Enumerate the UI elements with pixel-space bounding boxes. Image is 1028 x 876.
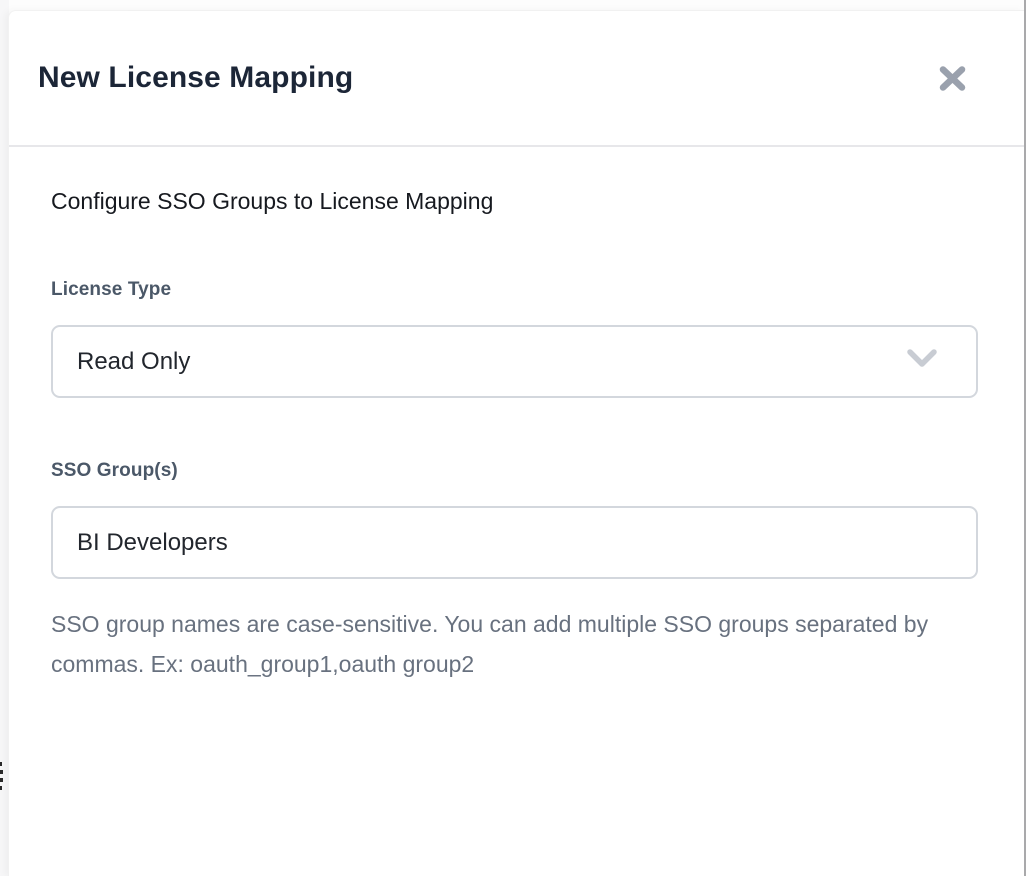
modal-header: New License Mapping — [9, 11, 1024, 147]
background-text-fragment — [0, 770, 3, 774]
modal-title: New License Mapping — [38, 61, 353, 95]
license-type-field-group: License Type Read Only — [51, 279, 976, 398]
license-type-select[interactable]: Read Only — [51, 325, 978, 398]
modal-intro-text: Configure SSO Groups to License Mapping — [51, 186, 976, 216]
screen: New License Mapping Configure SSO Groups… — [0, 0, 1028, 876]
background-text-fragment — [0, 786, 2, 790]
sso-groups-field-group: SSO Group(s) SSO group names are case-se… — [51, 460, 976, 684]
modal-body: Configure SSO Groups to License Mapping … — [9, 147, 1024, 684]
sso-groups-input[interactable] — [51, 506, 978, 579]
license-type-selected-value: Read Only — [77, 348, 190, 376]
sso-groups-label: SSO Group(s) — [51, 460, 976, 482]
close-button[interactable] — [932, 58, 972, 98]
sso-groups-help-text: SSO group names are case-sensitive. You … — [51, 604, 931, 684]
background-text-fragment — [0, 778, 3, 782]
close-icon — [939, 66, 966, 91]
background-text-fragment — [0, 762, 2, 766]
chevron-down-icon — [906, 349, 938, 374]
license-type-label: License Type — [51, 279, 976, 301]
new-license-mapping-modal: New License Mapping Configure SSO Groups… — [8, 10, 1024, 876]
